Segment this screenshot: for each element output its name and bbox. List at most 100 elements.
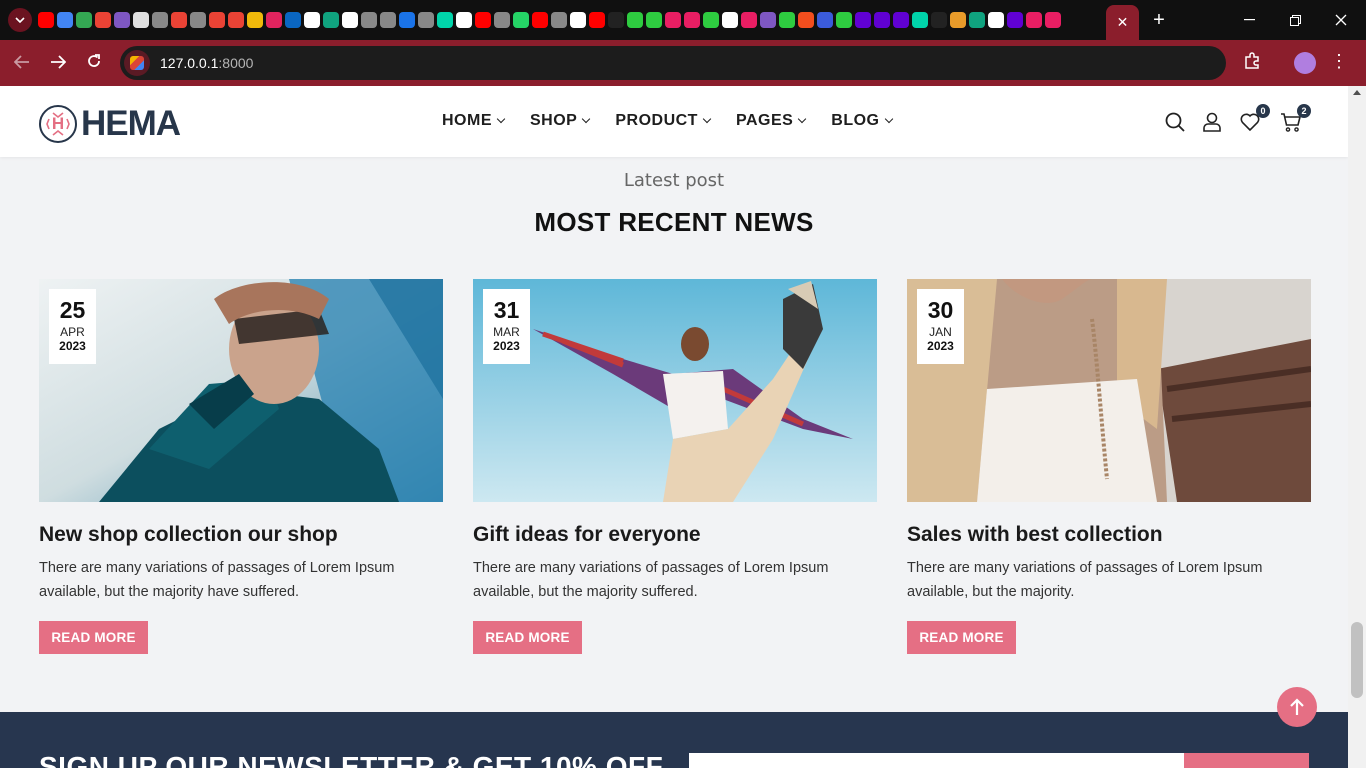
wishlist-button[interactable]: 0 <box>1239 104 1270 133</box>
page-scrollbar[interactable] <box>1348 86 1366 768</box>
pinned-tab-favicon-icon[interactable] <box>133 12 149 28</box>
scrollbar-thumb[interactable] <box>1351 622 1363 698</box>
account-button[interactable] <box>1201 111 1223 133</box>
pinned-tab-favicon-icon[interactable] <box>855 12 871 28</box>
pinned-tab-favicon-icon[interactable] <box>779 12 795 28</box>
menu-item-pages[interactable]: PAGES <box>736 112 807 130</box>
pinned-tab-favicon-icon[interactable] <box>608 12 624 28</box>
close-window-button[interactable] <box>1318 0 1364 40</box>
newsletter-subscribe-button[interactable] <box>1184 753 1309 768</box>
pinned-tab-favicon-icon[interactable] <box>931 12 947 28</box>
new-tab-button[interactable]: + <box>1148 9 1170 31</box>
user-icon <box>1203 112 1221 132</box>
post-title[interactable]: Gift ideas for everyone <box>473 523 877 547</box>
pinned-tab-favicon-icon[interactable] <box>418 12 434 28</box>
read-more-button[interactable]: READ MORE <box>907 621 1016 654</box>
pinned-tab-favicon-icon[interactable] <box>152 12 168 28</box>
pinned-tab-favicon-icon[interactable] <box>494 12 510 28</box>
search-button[interactable] <box>1164 111 1186 133</box>
pinned-tab-favicon-icon[interactable] <box>209 12 225 28</box>
pinned-tab-favicon-icon[interactable] <box>76 12 92 28</box>
pinned-tab-favicon-icon[interactable] <box>342 12 358 28</box>
pinned-tab-favicon-icon[interactable] <box>380 12 396 28</box>
pinned-tab-favicon-icon[interactable] <box>266 12 282 28</box>
pinned-tab-favicon-icon[interactable] <box>741 12 757 28</box>
pinned-tab-favicon-icon[interactable] <box>247 12 263 28</box>
pinned-tab-favicon-icon[interactable] <box>456 12 472 28</box>
pinned-tab-favicon-icon[interactable] <box>817 12 833 28</box>
pinned-tab-favicon-icon[interactable] <box>95 12 111 28</box>
site-info-icon[interactable] <box>124 50 150 76</box>
read-more-button[interactable]: READ MORE <box>473 621 582 654</box>
arrow-up-icon <box>1290 698 1304 715</box>
blog-image-woman-sunglasses[interactable]: 25 APR 2023 <box>39 279 443 502</box>
post-title[interactable]: New shop collection our shop <box>39 523 443 547</box>
pinned-tab-favicon-icon[interactable] <box>646 12 662 28</box>
browser-menu-button[interactable]: ⋮ <box>1330 51 1348 72</box>
profile-avatar[interactable] <box>1294 52 1316 74</box>
active-tab-close-button[interactable]: ✕ <box>1106 5 1139 40</box>
pinned-tab-favicon-icon[interactable] <box>1045 12 1061 28</box>
pinned-tab-favicon-icon[interactable] <box>513 12 529 28</box>
pinned-tab-favicon-icon[interactable] <box>950 12 966 28</box>
pinned-tab-favicon-icon[interactable] <box>171 12 187 28</box>
menu-item-home[interactable]: HOME <box>442 112 506 130</box>
pinned-tab-favicon-icon[interactable] <box>285 12 301 28</box>
pinned-tab-favicon-icon[interactable] <box>703 12 719 28</box>
tab-search-button[interactable] <box>8 8 32 32</box>
restore-button[interactable] <box>1272 0 1318 40</box>
pinned-tab-favicon-icon[interactable] <box>627 12 643 28</box>
address-bar[interactable]: 127.0.0.1:8000 <box>120 46 1226 80</box>
read-more-button[interactable]: READ MORE <box>39 621 148 654</box>
reload-button[interactable] <box>81 50 107 76</box>
menu-item-product[interactable]: PRODUCT <box>615 112 712 130</box>
date-day: 31 <box>493 297 520 323</box>
pinned-tab-favicon-icon[interactable] <box>1007 12 1023 28</box>
menu-item-blog[interactable]: BLOG <box>831 112 893 130</box>
back-button[interactable] <box>9 50 35 76</box>
logo-text: HEMA <box>81 104 181 143</box>
cart-button[interactable]: 2 <box>1280 104 1311 133</box>
date-month: JAN <box>929 325 952 339</box>
scroll-to-top-button[interactable] <box>1277 687 1317 727</box>
pinned-tab-favicon-icon[interactable] <box>874 12 890 28</box>
chevron-down-icon <box>15 17 25 23</box>
pinned-tab-favicon-icon[interactable] <box>190 12 206 28</box>
pinned-tab-favicon-icon[interactable] <box>912 12 928 28</box>
pinned-tab-favicon-icon[interactable] <box>836 12 852 28</box>
pinned-tab-favicon-icon[interactable] <box>38 12 54 28</box>
newsletter-email-input[interactable] <box>689 753 1185 768</box>
pinned-tab-favicon-icon[interactable] <box>1026 12 1042 28</box>
pinned-tab-favicon-icon[interactable] <box>57 12 73 28</box>
blog-image-woman-lace-top[interactable]: 30 JAN 2023 <box>907 279 1311 502</box>
pinned-tab-favicon-icon[interactable] <box>114 12 130 28</box>
pinned-tab-favicon-icon[interactable] <box>304 12 320 28</box>
pinned-tab-favicon-icon[interactable] <box>798 12 814 28</box>
pinned-tab-favicon-icon[interactable] <box>760 12 776 28</box>
pinned-tab-favicon-icon[interactable] <box>684 12 700 28</box>
site-logo[interactable]: H HEMA <box>39 104 181 144</box>
section-title: MOST RECENT NEWS <box>534 207 814 237</box>
pinned-tab-favicon-icon[interactable] <box>323 12 339 28</box>
pinned-tab-favicon-icon[interactable] <box>532 12 548 28</box>
pinned-tab-favicon-icon[interactable] <box>589 12 605 28</box>
pinned-tab-favicon-icon[interactable] <box>361 12 377 28</box>
pinned-tab-favicon-icon[interactable] <box>570 12 586 28</box>
extensions-button[interactable] <box>1240 52 1264 74</box>
scroll-up-arrow-icon[interactable] <box>1353 90 1361 95</box>
pinned-tab-favicon-icon[interactable] <box>551 12 567 28</box>
pinned-tab-favicon-icon[interactable] <box>893 12 909 28</box>
post-title[interactable]: Sales with best collection <box>907 523 1311 547</box>
pinned-tab-favicon-icon[interactable] <box>988 12 1004 28</box>
forward-button[interactable] <box>45 50 71 76</box>
pinned-tab-favicon-icon[interactable] <box>475 12 491 28</box>
pinned-tab-favicon-icon[interactable] <box>437 12 453 28</box>
pinned-tab-favicon-icon[interactable] <box>722 12 738 28</box>
pinned-tab-favicon-icon[interactable] <box>969 12 985 28</box>
pinned-tab-favicon-icon[interactable] <box>228 12 244 28</box>
menu-item-shop[interactable]: SHOP <box>530 112 591 130</box>
pinned-tab-favicon-icon[interactable] <box>399 12 415 28</box>
pinned-tab-favicon-icon[interactable] <box>665 12 681 28</box>
minimize-button[interactable] <box>1226 0 1272 40</box>
blog-image-man-jumping[interactable]: 31 MAR 2023 <box>473 279 877 502</box>
